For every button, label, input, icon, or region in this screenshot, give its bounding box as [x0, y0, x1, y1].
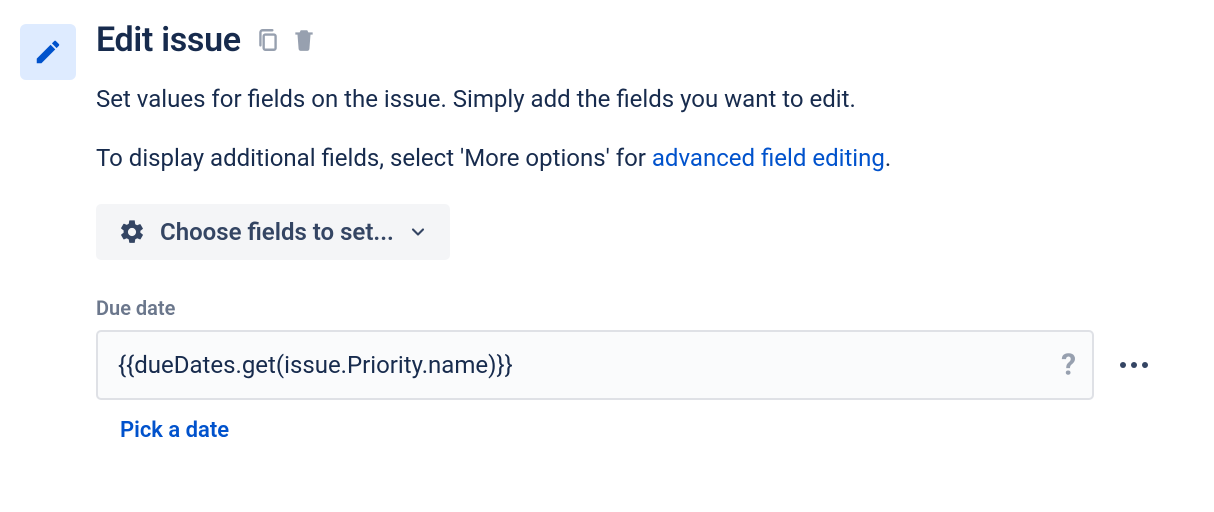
- due-date-input-wrap: ?: [96, 330, 1094, 400]
- page-title: Edit issue: [96, 20, 241, 60]
- due-date-label: Due date: [96, 296, 1156, 320]
- description-line2-suffix: .: [885, 144, 891, 172]
- pencil-icon: [33, 37, 63, 67]
- title-actions: [255, 27, 317, 53]
- description-line2-prefix: To display additional fields, select 'Mo…: [96, 144, 652, 172]
- description-line2: To display additional fields, select 'Mo…: [96, 141, 1156, 176]
- action-type-icon-box: [20, 24, 76, 80]
- choose-fields-button[interactable]: Choose fields to set...: [96, 204, 450, 260]
- description-line1: Set values for fields on the issue. Simp…: [96, 82, 1156, 117]
- copy-icon[interactable]: [255, 27, 281, 53]
- due-date-input[interactable]: [96, 330, 1094, 400]
- due-date-field-group: Due date ? Pick a date: [96, 296, 1156, 443]
- content-area: Edit issue Set values for fields on the …: [96, 20, 1156, 443]
- advanced-field-editing-link[interactable]: advanced field editing: [652, 144, 885, 172]
- due-date-row: ?: [96, 330, 1156, 400]
- gear-icon: [118, 218, 146, 246]
- help-icon[interactable]: ?: [1061, 347, 1076, 382]
- chevron-down-icon: [408, 222, 428, 242]
- trash-icon[interactable]: [291, 27, 317, 53]
- title-row: Edit issue: [96, 20, 1156, 60]
- choose-fields-label: Choose fields to set...: [160, 218, 394, 246]
- pick-a-date-link[interactable]: Pick a date: [120, 418, 229, 443]
- more-actions-button[interactable]: [1112, 354, 1156, 376]
